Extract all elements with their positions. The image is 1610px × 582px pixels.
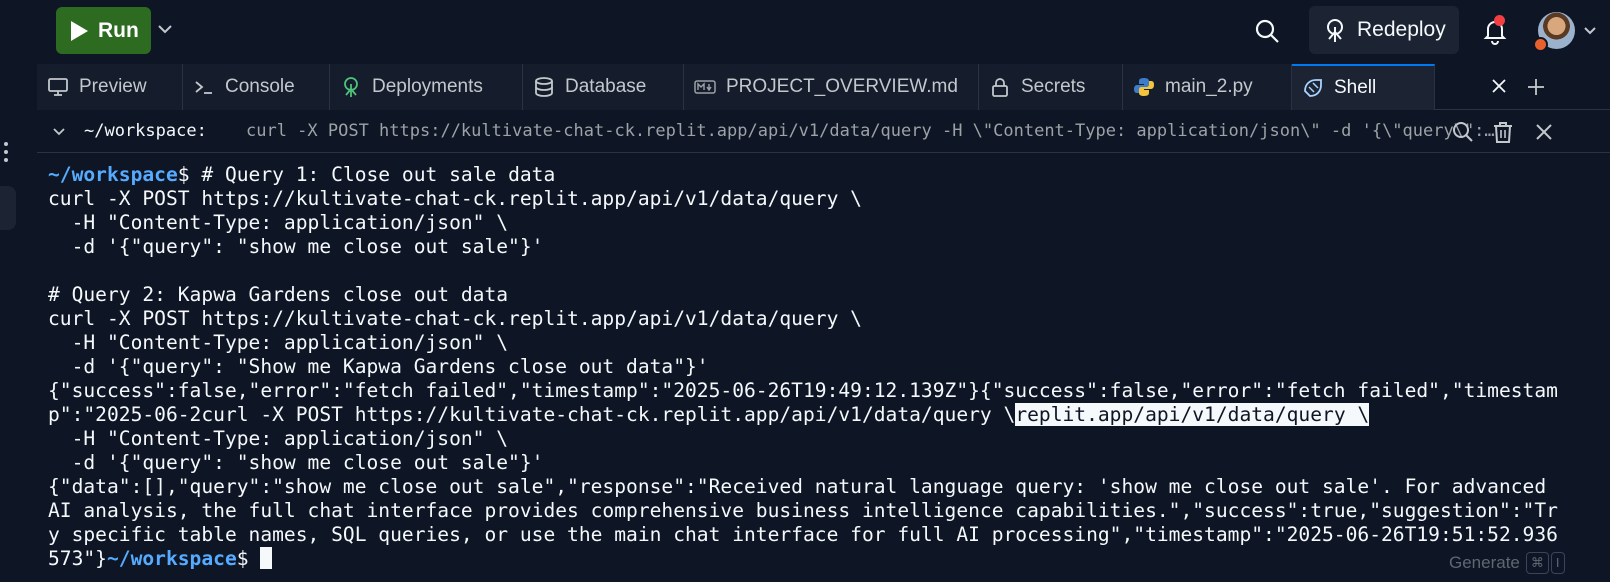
tab-label: Database <box>565 76 647 97</box>
close-icon[interactable] <box>1531 119 1557 145</box>
chevron-down-icon[interactable] <box>51 124 67 140</box>
shell-last-command: curl -X POST https://kultivate-chat-ck.r… <box>246 121 1498 141</box>
tab-label: main_2.py <box>1165 76 1253 97</box>
terminal-line: -d '{"query": "show me close out sale"}' <box>48 451 544 474</box>
search-icon[interactable] <box>1253 17 1281 45</box>
tab-secrets[interactable]: Secrets <box>979 64 1123 110</box>
terminal-line: curl -X POST https://kultivate-chat-ck.r… <box>48 307 862 330</box>
terminal-line: 573"}~/workspace$ <box>48 547 1600 571</box>
left-gutter <box>0 62 36 582</box>
tab-label: Secrets <box>1021 76 1086 97</box>
terminal[interactable]: ~/workspace$ # Query 1: Close out sale d… <box>37 154 1610 582</box>
keyboard-shortcut-key: ⌘ <box>1525 552 1549 574</box>
tab-label: Shell <box>1334 77 1377 98</box>
tab-shell[interactable]: Shell <box>1292 64 1435 110</box>
deploy-icon <box>1327 19 1343 42</box>
notification-dot <box>1494 15 1505 26</box>
trash-icon[interactable] <box>1490 119 1516 145</box>
terminal-line: {"data":[],"query":"show me close out sa… <box>48 475 1547 498</box>
tab-label: Console <box>225 76 295 97</box>
deployments-icon <box>344 77 358 97</box>
terminal-line: -H "Content-Type: application/json" \ <box>48 427 509 450</box>
redeploy-button[interactable]: Redeploy <box>1309 6 1459 54</box>
markdown-icon <box>694 80 716 94</box>
tab-label: Deployments <box>372 76 483 97</box>
prompt: ~/workspace <box>48 163 178 186</box>
terminal-line: y specific table names, SQL queries, or … <box>48 523 1558 546</box>
terminal-line: -H "Content-Type: application/json" \ <box>48 211 509 234</box>
generate-hint[interactable]: Generate ⌘ I <box>1449 552 1565 574</box>
shell-icon <box>1304 79 1322 97</box>
tab-deployments[interactable]: Deployments <box>330 64 523 110</box>
terminal-line: -H "Content-Type: application/json" \ <box>48 331 509 354</box>
tab-label: Preview <box>79 76 147 97</box>
play-icon <box>71 20 88 41</box>
top-bar: Run Redeploy <box>0 0 1610 62</box>
plus-icon[interactable] <box>1523 74 1549 100</box>
avatar-badge <box>1533 37 1548 52</box>
python-icon <box>1134 78 1154 96</box>
collapsed-panel-handle[interactable] <box>0 186 16 230</box>
terminal-line: -d '{"query": "show me close out sale"}' <box>48 235 544 258</box>
tab-label: PROJECT_OVERVIEW.md <box>726 76 958 97</box>
more-vertical-icon[interactable] <box>2 140 12 164</box>
chevron-down-icon[interactable] <box>1580 20 1600 40</box>
tab-bar: Preview Console Deployments Database PRO… <box>37 64 1610 110</box>
terminal-line: {"success":false,"error":"fetch failed",… <box>48 379 1558 402</box>
search-icon[interactable] <box>1450 119 1476 145</box>
chevron-down-icon[interactable] <box>154 18 176 40</box>
generate-label: Generate <box>1449 553 1520 572</box>
monitor-icon <box>48 78 68 96</box>
terminal-line: -d '{"query": "Show me Kapwa Gardens clo… <box>48 355 709 378</box>
shell-path: ~/workspace: <box>84 121 207 141</box>
tab-preview[interactable]: Preview <box>37 64 183 110</box>
terminal-line: p":"2025-06-2curl -X POST https://kultiv… <box>48 403 1370 426</box>
text-cursor <box>260 547 273 569</box>
terminal-line: ~/workspace$ # Query 1: Close out sale d… <box>48 163 556 186</box>
lock-icon <box>992 78 1008 97</box>
prompt: ~/workspace <box>106 547 237 570</box>
terminal-line: curl -X POST https://kultivate-chat-ck.r… <box>48 187 862 210</box>
redeploy-button-label: Redeploy <box>1357 18 1446 41</box>
close-icon[interactable] <box>1489 76 1509 96</box>
keyboard-shortcut-key: I <box>1550 552 1565 574</box>
terminal-output: ~/workspace$ # Query 1: Close out sale d… <box>48 163 1600 571</box>
tab-console[interactable]: Console <box>183 64 330 110</box>
tab-database[interactable]: Database <box>523 64 684 110</box>
tab-project-overview[interactable]: PROJECT_OVERVIEW.md <box>684 64 979 110</box>
text-selection: replit.app/api/v1/data/query \ <box>1015 403 1370 426</box>
database-icon <box>535 77 553 97</box>
shell-header: ~/workspace: curl -X POST https://kultiv… <box>37 111 1610 153</box>
terminal-line: # Query 2: Kapwa Gardens close out data <box>48 283 509 306</box>
tab-main-2-py[interactable]: main_2.py <box>1123 64 1292 110</box>
run-button[interactable]: Run <box>56 7 151 54</box>
terminal-line: AI analysis, the full chat interface pro… <box>48 499 1558 522</box>
run-button-label: Run <box>98 18 139 42</box>
terminal-prompt-icon <box>195 81 212 94</box>
